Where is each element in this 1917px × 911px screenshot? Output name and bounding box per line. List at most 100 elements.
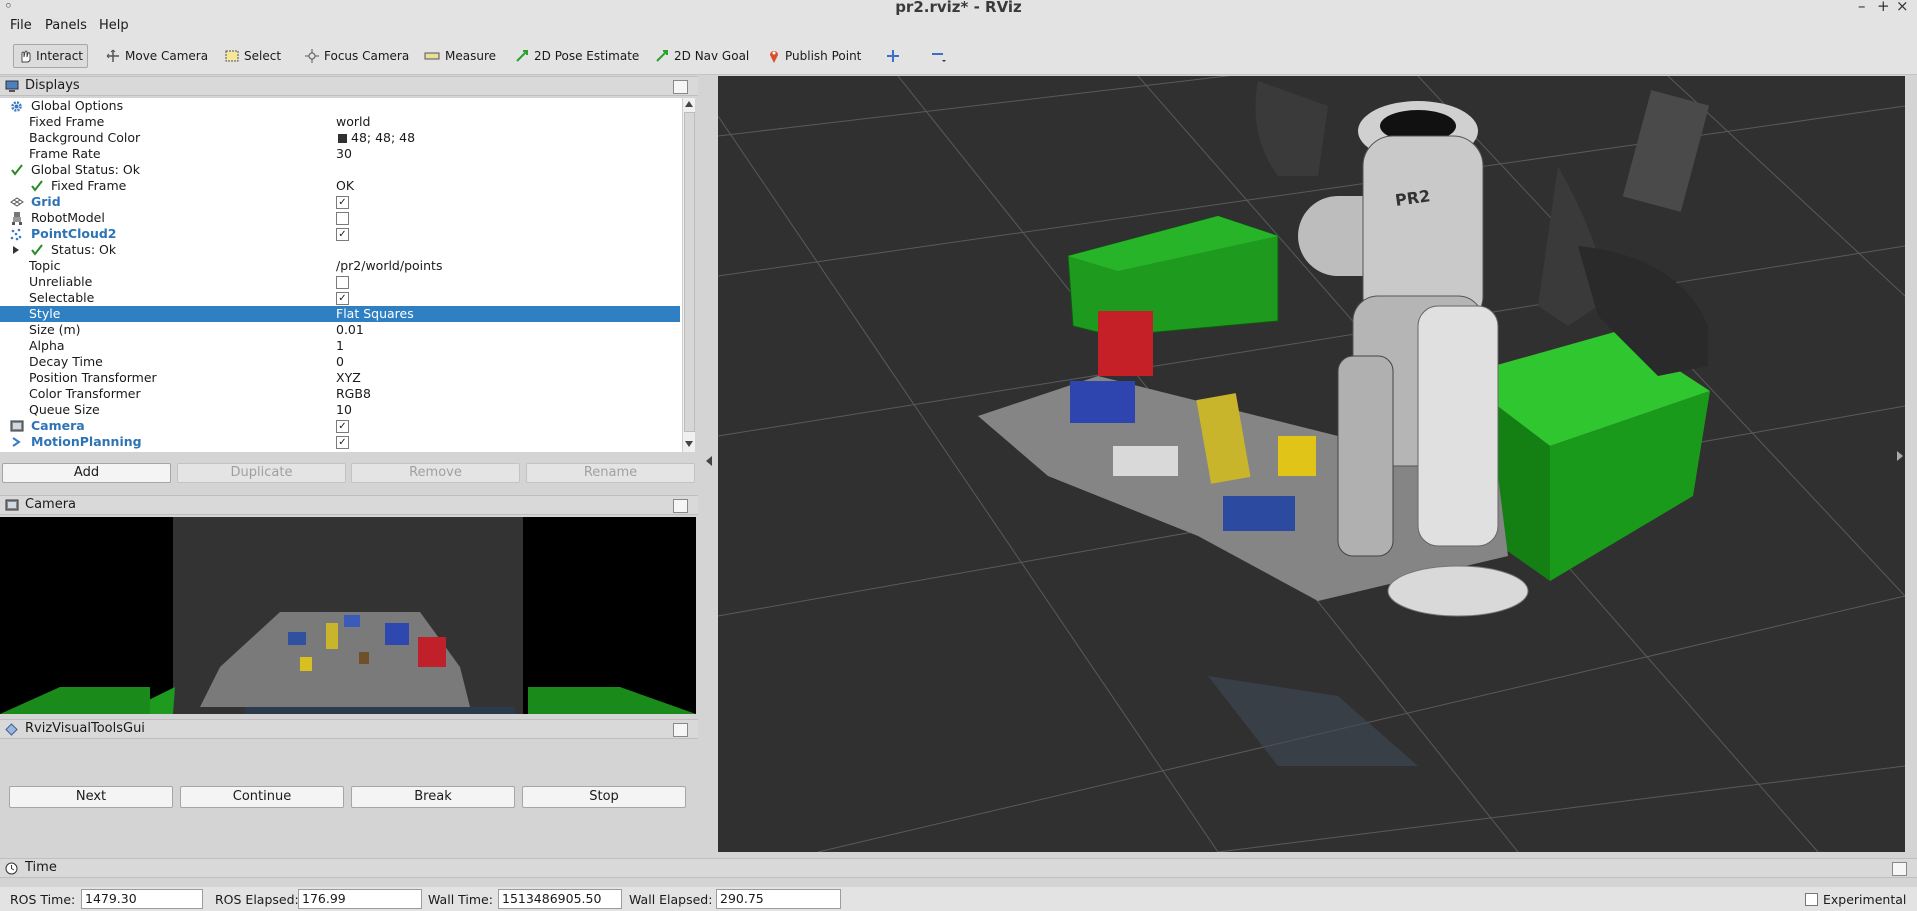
wall-time-field[interactable]: 1513486905.50 <box>498 889 622 909</box>
menu-bar: File Panels Help <box>0 16 1917 38</box>
tree-row-fixed-frame-status[interactable]: Fixed Frame OK <box>0 178 680 194</box>
tree-row-fixed-frame[interactable]: Fixed Frame world <box>0 114 680 130</box>
maximize-icon[interactable]: + <box>1877 0 1890 15</box>
panel-splitter[interactable] <box>698 76 718 856</box>
tree-row-pointcloud2[interactable]: PointCloud2 ✓ <box>0 226 680 242</box>
wall-elapsed-field[interactable]: 290.75 <box>716 889 841 909</box>
tree-label: Style <box>29 306 61 321</box>
tree-label: Color Transformer <box>29 386 141 401</box>
tree-row-background-color[interactable]: Background Color 48; 48; 48 <box>0 130 680 146</box>
menu-help[interactable]: Help <box>99 18 129 33</box>
check-icon <box>31 244 43 256</box>
collapse-left-icon[interactable] <box>706 456 712 466</box>
nav-goal-tool-button[interactable]: 2D Nav Goal <box>651 44 753 68</box>
tree-row-style[interactable]: Style Flat Squares <box>0 306 680 322</box>
tree-label: Selectable <box>29 290 95 305</box>
camera-view[interactable] <box>0 517 696 714</box>
3d-viewport[interactable]: PR2 <box>718 76 1905 852</box>
next-button[interactable]: Next <box>9 786 173 808</box>
tree-row-status[interactable]: Status: Ok <box>0 242 680 258</box>
tree-row-robot-model[interactable]: RobotModel <box>0 210 680 226</box>
tree-row-alpha[interactable]: Alpha 1 <box>0 338 680 354</box>
duplicate-display-button[interactable]: Duplicate <box>177 463 346 483</box>
publish-point-tool-button[interactable]: Publish Point <box>764 44 865 68</box>
displays-title: Displays <box>25 78 80 93</box>
focus-camera-tool-button[interactable]: Focus Camera <box>301 44 413 68</box>
pointcloud2-enabled-checkbox[interactable]: ✓ <box>336 228 349 241</box>
ros-time-field[interactable]: 1479.30 <box>81 889 203 909</box>
tree-value[interactable]: Flat Squares <box>336 306 414 321</box>
ros-elapsed-field[interactable]: 176.99 <box>298 889 422 909</box>
displays-scrollbar[interactable] <box>682 98 695 452</box>
expand-arrow-icon[interactable] <box>13 246 19 254</box>
motion-planning-enabled-checkbox[interactable]: ✓ <box>336 436 349 449</box>
tree-value: 30 <box>336 146 352 161</box>
remove-tool-button[interactable] <box>926 44 952 68</box>
window-title: pr2.rviz* - RViz <box>895 0 1022 16</box>
interact-tool-button[interactable]: Interact <box>13 44 88 68</box>
experimental-checkbox[interactable] <box>1805 893 1818 906</box>
add-tool-button[interactable] <box>882 44 904 68</box>
tree-label: Fixed Frame <box>51 178 127 193</box>
camera-enabled-checkbox[interactable]: ✓ <box>336 420 349 433</box>
scrollbar-thumb[interactable] <box>684 112 695 432</box>
close-icon[interactable]: × <box>1896 0 1909 15</box>
minimize-icon[interactable]: – <box>1858 0 1866 15</box>
tree-row-queue-size[interactable]: Queue Size 10 <box>0 402 680 418</box>
focus-camera-label: Focus Camera <box>324 49 410 63</box>
color-swatch[interactable] <box>338 134 347 143</box>
ros-time-label: ROS Time: <box>10 892 76 907</box>
break-button[interactable]: Break <box>351 786 515 808</box>
tree-row-selectable[interactable]: Selectable ✓ <box>0 290 680 306</box>
tree-row-decay-time[interactable]: Decay Time 0 <box>0 354 680 370</box>
select-label: Select <box>244 49 282 63</box>
tree-row-position-transformer[interactable]: Position Transformer XYZ <box>0 370 680 386</box>
tree-row-global-status[interactable]: Global Status: Ok <box>0 162 680 178</box>
tree-row-motion-planning[interactable]: MotionPlanning ✓ <box>0 434 680 450</box>
tree-row-topic[interactable]: Topic /pr2/world/points <box>0 258 680 274</box>
tree-row-unreliable[interactable]: Unreliable <box>0 274 680 290</box>
panel-undock-button[interactable] <box>1892 862 1907 876</box>
tree-value: 0 <box>336 354 344 369</box>
scroll-up-icon[interactable] <box>685 101 693 107</box>
add-display-button[interactable]: Add <box>2 463 171 483</box>
panel-undock-button[interactable] <box>673 723 688 737</box>
tree-row-global-options[interactable]: Global Options <box>0 98 680 114</box>
collapse-right-icon[interactable] <box>1897 451 1903 461</box>
select-tool-button[interactable]: Select <box>221 44 285 68</box>
interact-label: Interact <box>36 49 83 63</box>
select-icon <box>225 50 239 62</box>
robot-icon <box>12 212 22 225</box>
pose-estimate-tool-button[interactable]: 2D Pose Estimate <box>511 44 643 68</box>
scroll-down-icon[interactable] <box>685 441 693 447</box>
tree-row-camera[interactable]: Camera ✓ <box>0 418 680 434</box>
remove-display-button[interactable]: Remove <box>351 463 520 483</box>
experimental-label: Experimental <box>1823 892 1907 907</box>
robot-model-enabled-checkbox[interactable] <box>336 212 349 225</box>
tree-row-grid[interactable]: Grid ✓ <box>0 194 680 210</box>
rename-display-button[interactable]: Rename <box>526 463 695 483</box>
tree-row-frame-rate[interactable]: Frame Rate 30 <box>0 146 680 162</box>
panel-undock-button[interactable] <box>673 499 688 513</box>
move-camera-tool-button[interactable]: Move Camera <box>102 44 212 68</box>
panel-undock-button[interactable] <box>673 80 688 94</box>
hand-icon <box>21 50 31 63</box>
toolbar: Interact Move Camera Select Focus Camera… <box>0 38 1917 75</box>
tree-value: 10 <box>336 402 352 417</box>
tree-row-size[interactable]: Size (m) 0.01 <box>0 322 680 338</box>
unreliable-checkbox[interactable] <box>336 276 349 289</box>
camera-icon <box>5 499 19 511</box>
tree-row-color-transformer[interactable]: Color Transformer RGB8 <box>0 386 680 402</box>
continue-button[interactable]: Continue <box>180 786 344 808</box>
minus-icon <box>932 53 946 62</box>
move-camera-label: Move Camera <box>125 49 209 63</box>
selectable-checkbox[interactable]: ✓ <box>336 292 349 305</box>
menu-panels[interactable]: Panels <box>45 18 87 33</box>
ros-elapsed-label: ROS Elapsed: <box>215 892 299 907</box>
tree-label: Size (m) <box>29 322 81 337</box>
stop-button[interactable]: Stop <box>522 786 686 808</box>
measure-label: Measure <box>445 49 496 63</box>
measure-tool-button[interactable]: Measure <box>420 44 500 68</box>
grid-enabled-checkbox[interactable]: ✓ <box>336 196 349 209</box>
menu-file[interactable]: File <box>10 18 32 33</box>
